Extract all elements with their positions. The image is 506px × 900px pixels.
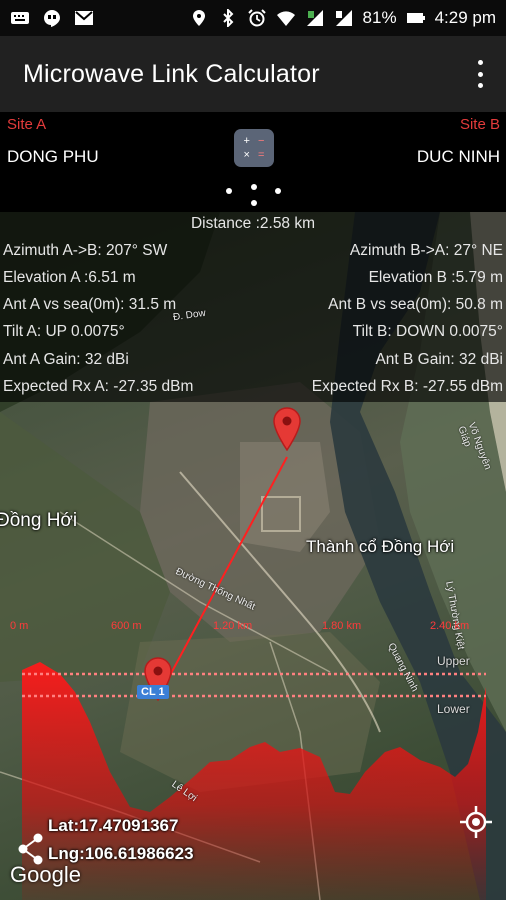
place-label-dong-hoi: Đồng Hới <box>0 510 78 531</box>
clock: 4:29 pm <box>434 8 496 27</box>
site-b-pin-icon[interactable] <box>272 407 302 451</box>
hangouts-icon <box>42 9 62 27</box>
ant-b-sea-text: Ant B vs sea(0m): 50.8 m <box>328 296 503 313</box>
share-icon[interactable] <box>16 832 46 866</box>
site-b-label: Site B <box>459 116 500 133</box>
lower-label: Lower <box>437 702 470 716</box>
azimuth-b-text: Azimuth B->A: 27° NE <box>349 242 503 259</box>
location-icon <box>189 9 209 27</box>
rx-b-text: Expected Rx B: -27.55 dBm <box>311 378 503 395</box>
wifi-icon <box>276 9 296 27</box>
upper-label: Upper <box>437 654 470 668</box>
profile-distance-label: 2.40 km <box>430 620 470 632</box>
app-bar: Microwave Link Calculator <box>0 36 506 112</box>
battery-icon <box>406 9 426 27</box>
more-vert-icon[interactable] <box>472 60 488 88</box>
profile-distance-label: 1.80 km <box>322 620 362 632</box>
profile-distance-label: 0 m <box>10 620 29 632</box>
elevation-b-text: Elevation B :5.79 m <box>368 269 503 286</box>
site-a-tag: CL 1 <box>137 685 169 699</box>
profile-distance-label: 600 m <box>111 620 142 632</box>
sites-panel: Site A DONG PHU Site B DUC NINH + − × = <box>0 112 506 212</box>
place-label-citadel: Thành cổ Đồng Hới <box>306 537 455 556</box>
more-dots-icon[interactable] <box>222 184 286 210</box>
tilt-a-text: Tilt A: UP 0.0075° <box>3 323 125 340</box>
gmail-icon <box>74 9 94 27</box>
status-bar: 81% 4:29 pm <box>0 0 506 36</box>
gain-a-text: Ant A Gain: 32 dBi <box>3 351 129 368</box>
terrain-profile <box>22 662 486 900</box>
keyboard-icon <box>10 9 30 27</box>
app-title: Microwave Link Calculator <box>23 59 320 88</box>
google-logo: Google <box>10 862 81 887</box>
site-b-name[interactable]: DUC NINH <box>417 147 500 167</box>
alarm-icon <box>247 9 267 27</box>
calculator-icon[interactable]: + − × = <box>234 129 274 167</box>
map-view[interactable]: Distance :2.58 km Azimuth A->B: 207° SW … <box>0 212 506 900</box>
bluetooth-icon <box>218 9 238 27</box>
rx-a-text: Expected Rx A: -27.35 dBm <box>3 378 194 395</box>
battery-percent: 81% <box>362 8 397 27</box>
my-location-icon[interactable] <box>458 804 494 840</box>
distance-text: Distance :2.58 km <box>190 215 316 232</box>
signal-icon <box>305 9 325 27</box>
latitude-text: Lat:17.47091367 <box>48 816 179 835</box>
profile-distance-label: 1.20 km <box>213 620 253 632</box>
site-a-label: Site A <box>7 116 47 133</box>
tilt-b-text: Tilt B: DOWN 0.0075° <box>352 323 503 340</box>
link-info-panel: Distance :2.58 km Azimuth A->B: 207° SW … <box>0 212 506 402</box>
gain-b-text: Ant B Gain: 32 dBi <box>375 351 503 368</box>
signal-sim2-icon <box>334 9 354 27</box>
site-a-name[interactable]: DONG PHU <box>7 147 99 167</box>
azimuth-a-text: Azimuth A->B: 207° SW <box>3 242 168 259</box>
ant-a-sea-text: Ant A vs sea(0m): 31.5 m <box>3 296 177 313</box>
longitude-text: Lng:106.61986623 <box>48 844 194 863</box>
elevation-a-text: Elevation A :6.51 m <box>3 269 136 286</box>
